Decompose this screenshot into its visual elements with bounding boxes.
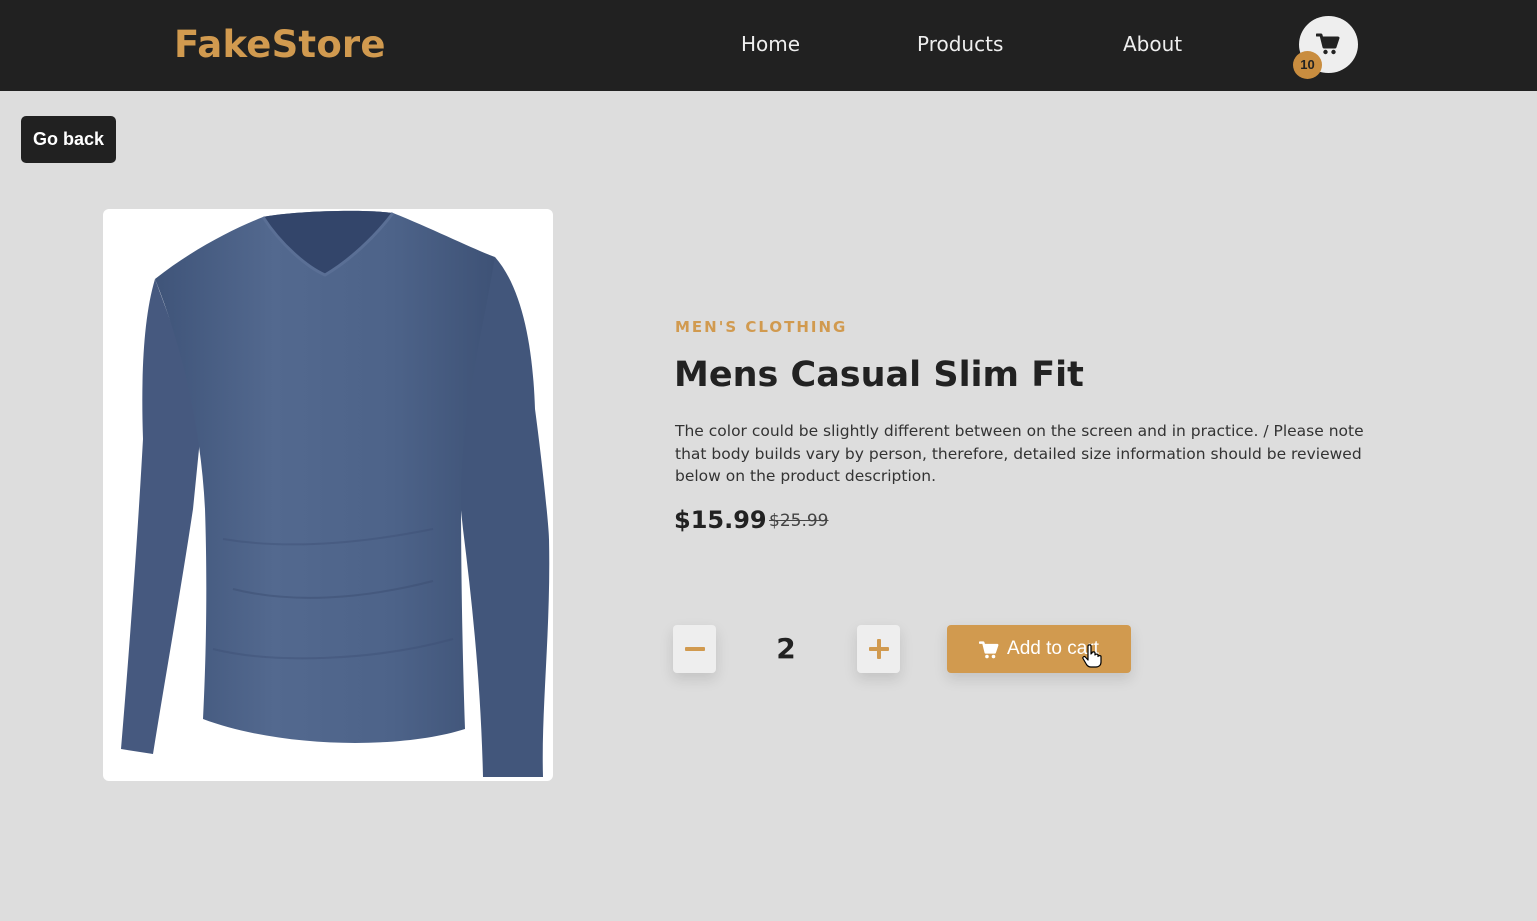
product-price: $15.99 (674, 506, 767, 534)
product-description: The color could be slightly different be… (675, 422, 1364, 485)
go-back-button[interactable]: Go back (21, 116, 116, 163)
decrease-quantity-button[interactable] (673, 625, 716, 673)
product-original-price: $25.99 (769, 511, 829, 531)
increase-quantity-button[interactable] (857, 625, 900, 673)
nav-link-about[interactable]: About (1123, 31, 1182, 57)
shopping-cart-icon (979, 641, 999, 659)
minus-icon (684, 647, 705, 651)
product-title: Mens Casual Slim Fit (674, 355, 1084, 395)
product-image (103, 209, 553, 781)
shopping-cart-icon (1316, 33, 1340, 55)
add-to-cart-label: Add to cart (1007, 638, 1099, 659)
product-category: MEN'S CLOTHING (675, 318, 848, 336)
nav-link-home[interactable]: Home (741, 31, 800, 57)
tshirt-image (121, 210, 550, 777)
plus-icon (868, 639, 889, 659)
cart-count-badge: 10 (1293, 51, 1322, 79)
brand-logo[interactable]: FakeStore (174, 22, 386, 68)
quantity-value: 2 (776, 632, 796, 665)
nav-link-products[interactable]: Products (917, 31, 1003, 57)
add-to-cart-button[interactable]: Add to cart (947, 625, 1131, 673)
